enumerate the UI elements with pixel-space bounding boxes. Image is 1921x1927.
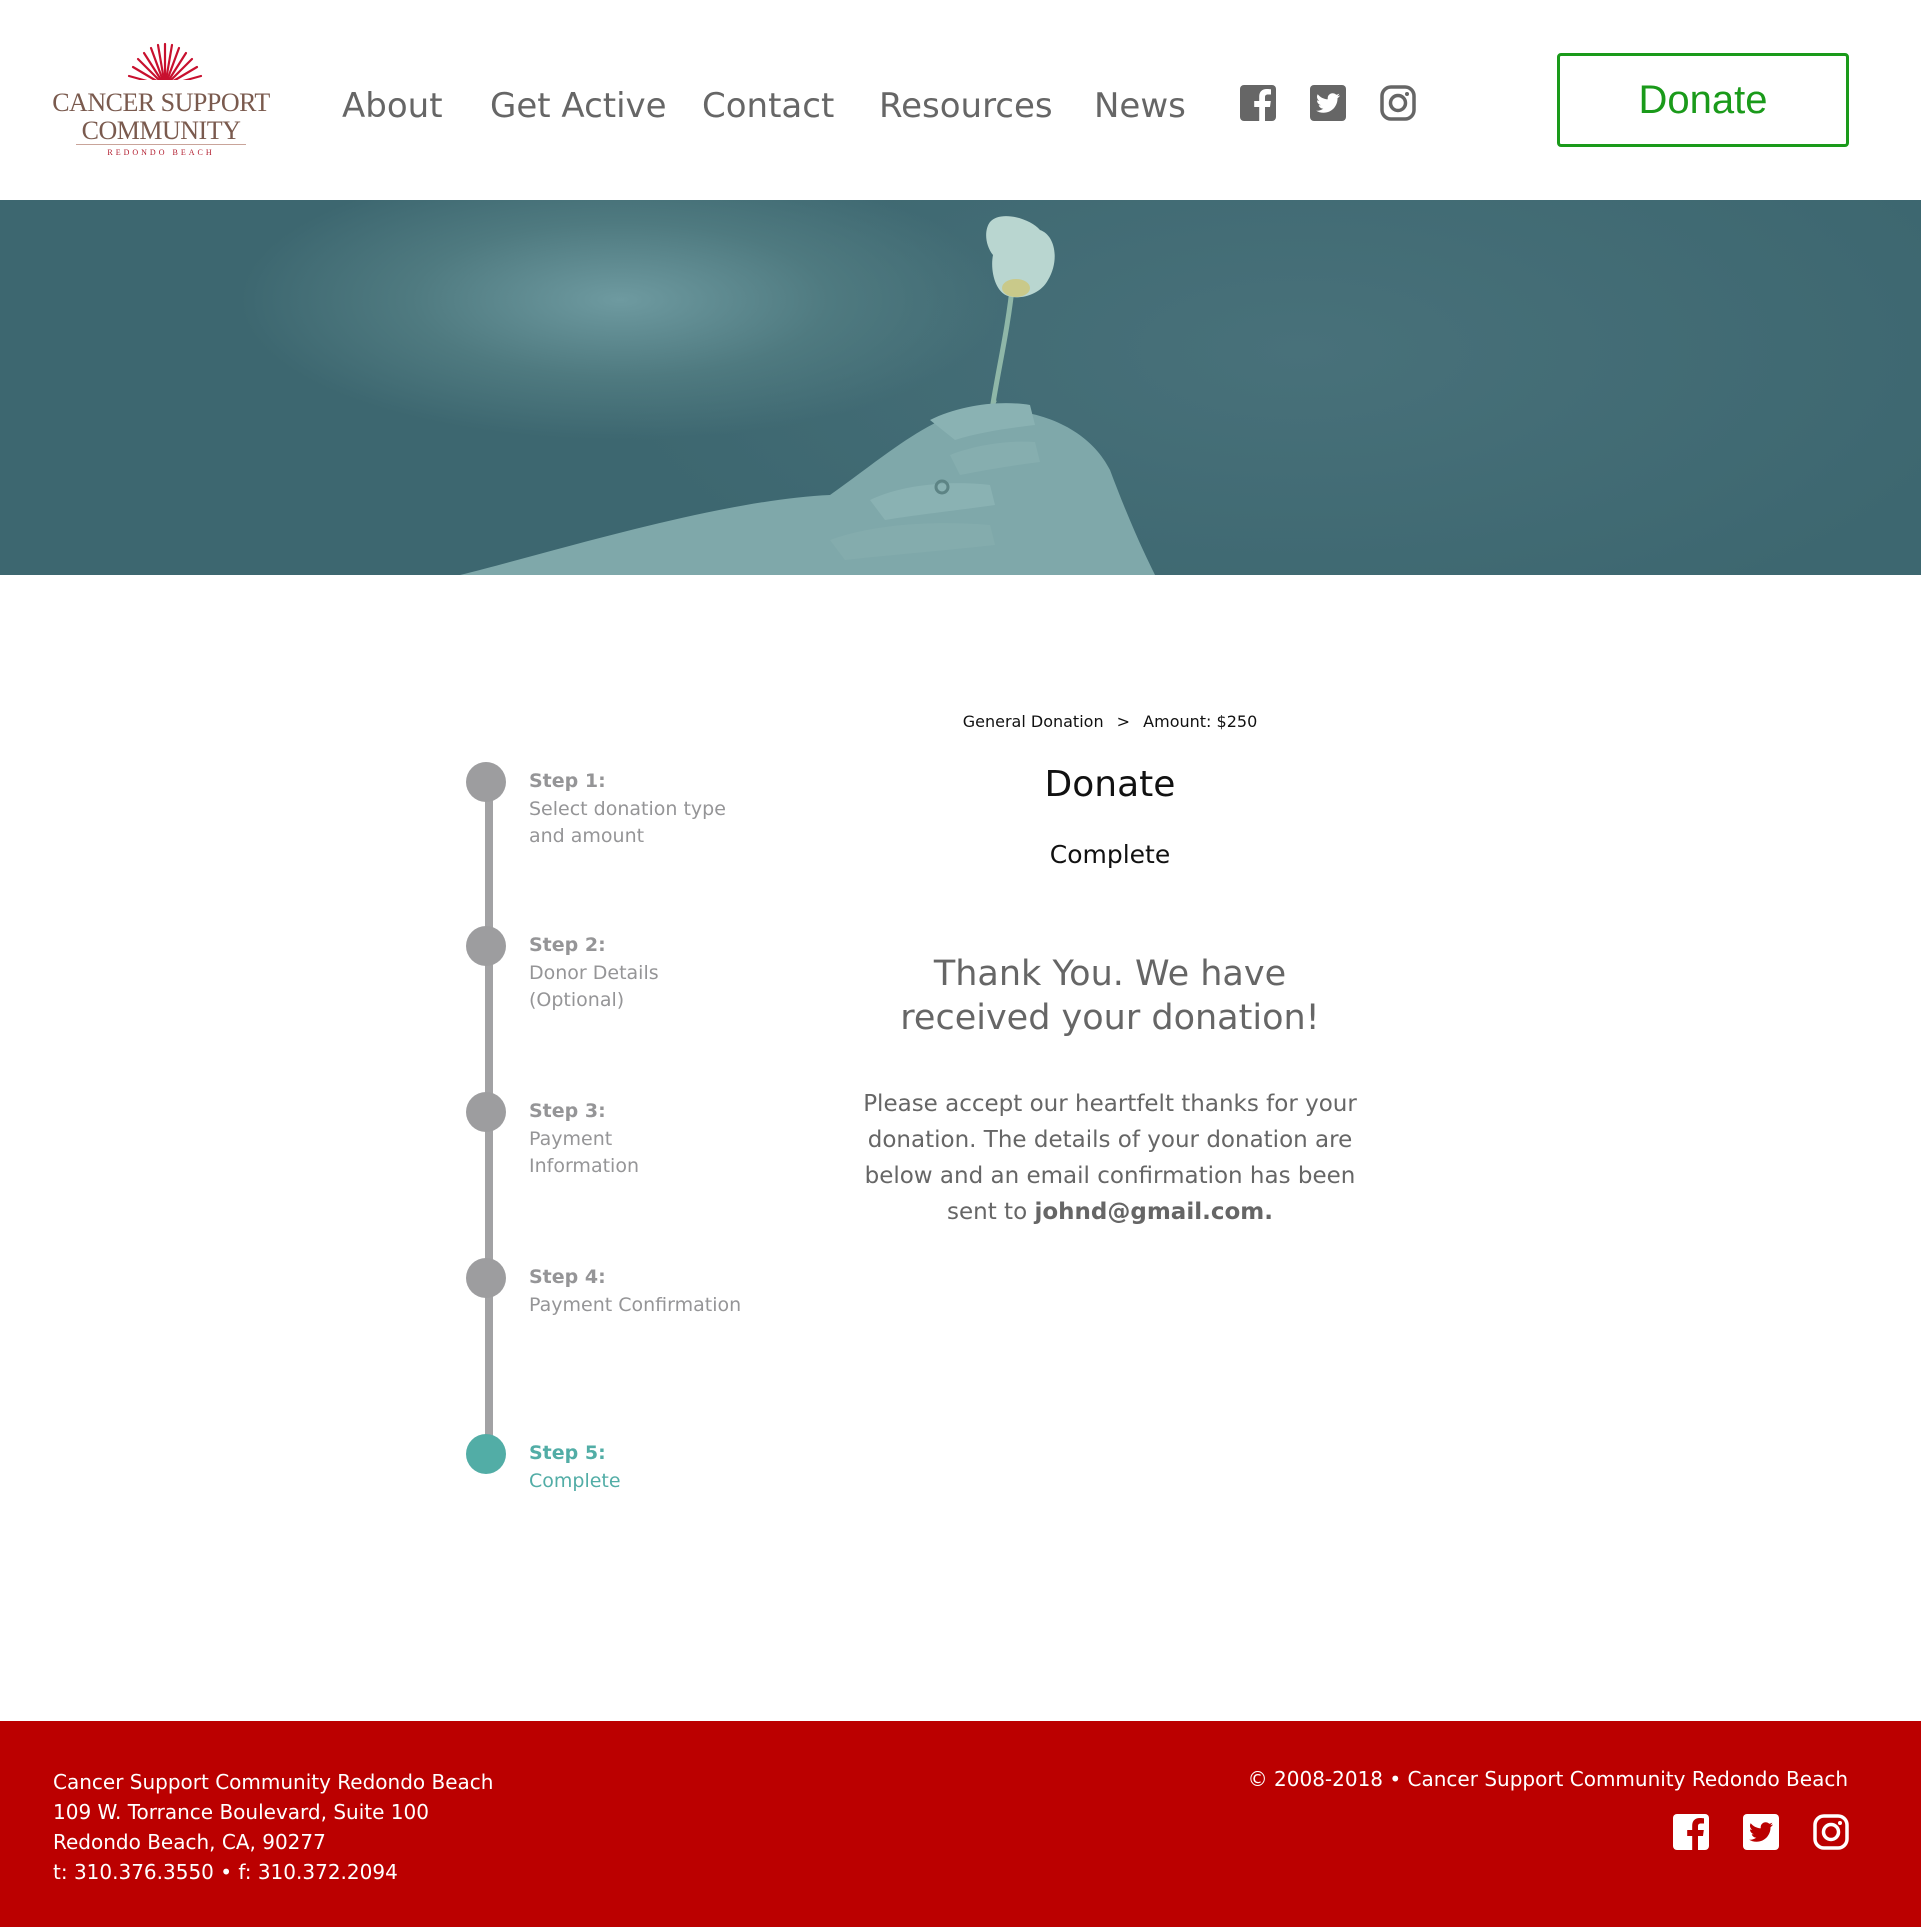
footer-city: Redondo Beach, CA, 90277 bbox=[53, 1830, 326, 1854]
footer-instagram-icon[interactable] bbox=[1812, 1813, 1850, 1851]
step-2-dot bbox=[466, 926, 506, 966]
nav-news[interactable]: News bbox=[1094, 86, 1186, 126]
donate-button[interactable]: Donate bbox=[1557, 53, 1849, 147]
nav-resources[interactable]: Resources bbox=[879, 86, 1053, 126]
page-subtitle: Complete bbox=[1049, 840, 1171, 869]
nav-about[interactable]: About bbox=[342, 86, 443, 126]
hand-holding-flower-image bbox=[460, 216, 1155, 575]
step-5-dot bbox=[466, 1434, 506, 1474]
thank-you-heading: Thank You. We have received your donatio… bbox=[900, 954, 1320, 1038]
site-header: CANCER SUPPORT COMMUNITY REDONDO BEACH A… bbox=[0, 0, 1921, 200]
nav-contact[interactable]: Contact bbox=[702, 86, 834, 126]
breadcrumb-separator: > bbox=[1116, 712, 1131, 731]
step-1-desc: Select donation type and amount bbox=[529, 798, 726, 847]
footer-street: 109 W. Torrance Boulevard, Suite 100 bbox=[53, 1800, 429, 1824]
step-3-label: Step 3: bbox=[529, 1100, 606, 1122]
step-3-dot bbox=[466, 1092, 506, 1132]
step-4-label: Step 4: bbox=[529, 1266, 606, 1288]
footer-address: Cancer Support Community Redondo Beach 1… bbox=[53, 1767, 493, 1887]
step-4-desc: Payment Confirmation bbox=[529, 1294, 742, 1316]
step-4-dot bbox=[466, 1258, 506, 1298]
step-2-desc: Donor Details (Optional) bbox=[529, 962, 659, 1011]
footer-twitter-icon[interactable] bbox=[1742, 1813, 1780, 1851]
confirmation-message: Please accept our heartfelt thanks for y… bbox=[860, 1086, 1360, 1230]
confirmation-email: johnd@gmail.com. bbox=[1034, 1199, 1273, 1225]
step-5-desc: Complete bbox=[529, 1470, 621, 1492]
breadcrumb-amount: Amount: $250 bbox=[1143, 712, 1258, 731]
page-title: Donate bbox=[1044, 764, 1176, 805]
site-footer: Cancer Support Community Redondo Beach 1… bbox=[0, 1721, 1921, 1927]
step-2-label: Step 2: bbox=[529, 934, 606, 956]
site-logo[interactable]: CANCER SUPPORT COMMUNITY REDONDO BEACH bbox=[46, 42, 276, 162]
hero-image bbox=[0, 200, 1921, 575]
footer-phone-fax: t: 310.376.3550 • f: 310.372.2094 bbox=[53, 1860, 398, 1884]
footer-org-name: Cancer Support Community Redondo Beach bbox=[53, 1770, 494, 1794]
breadcrumb: General Donation > Amount: $250 bbox=[860, 712, 1360, 731]
logo-line-1: CANCER SUPPORT bbox=[52, 88, 270, 117]
logo-divider bbox=[76, 144, 246, 145]
step-1-dot bbox=[466, 762, 506, 802]
logo-line-3: REDONDO BEACH bbox=[107, 148, 215, 157]
facebook-icon[interactable] bbox=[1239, 84, 1277, 122]
step-5-label: Step 5: bbox=[529, 1442, 606, 1464]
footer-copyright: © 2008-2018 • Cancer Support Community R… bbox=[1247, 1767, 1848, 1791]
step-1-label: Step 1: bbox=[529, 770, 606, 792]
nav-get-active[interactable]: Get Active bbox=[490, 86, 667, 126]
twitter-icon[interactable] bbox=[1309, 84, 1347, 122]
logo-line-2: COMMUNITY bbox=[81, 116, 241, 145]
instagram-icon[interactable] bbox=[1379, 84, 1417, 122]
donation-stepper: Step 1: Select donation type and amount … bbox=[466, 762, 786, 1492]
sunburst-logo-icon bbox=[126, 42, 204, 88]
footer-facebook-icon[interactable] bbox=[1672, 1813, 1710, 1851]
breadcrumb-donation-type: General Donation bbox=[962, 712, 1104, 731]
step-3-desc: Payment Information bbox=[529, 1128, 639, 1177]
